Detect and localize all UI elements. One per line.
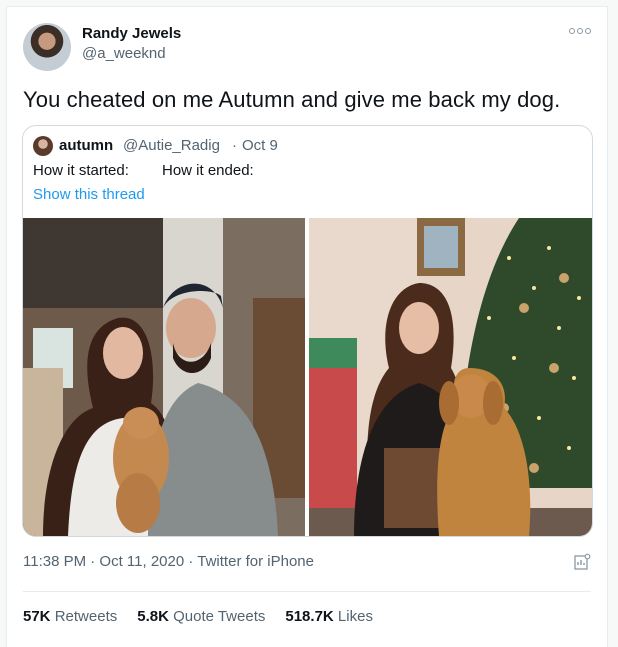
engagement-stats: 57K Retweets 5.8K Quote Tweets 518.7K Li… <box>23 608 373 625</box>
analytics-icon[interactable] <box>573 553 591 571</box>
retweets-count: 57K <box>23 608 51 625</box>
tweet-source[interactable]: Twitter for iPhone <box>197 553 314 570</box>
likes-stat[interactable]: 518.7K Likes <box>285 608 373 625</box>
tweet-card: Randy Jewels @a_weeknd You cheated on me… <box>6 6 608 647</box>
author-name[interactable]: Randy Jewels <box>82 25 181 42</box>
author-avatar[interactable] <box>23 23 71 71</box>
quote-tweets-stat[interactable]: 5.8K Quote Tweets <box>137 608 265 625</box>
tweet-text: You cheated on me Autumn and give me bac… <box>23 87 561 112</box>
author-handle[interactable]: @a_weeknd <box>82 45 166 62</box>
quoted-text-right: How it ended: <box>162 162 254 179</box>
quoted-text-left: How it started: <box>33 162 129 179</box>
quoted-author-name[interactable]: autumn <box>59 137 113 154</box>
retweets-label: Retweets <box>54 608 118 625</box>
likes-count: 518.7K <box>285 608 334 625</box>
quotes-label: Quote Tweets <box>173 608 266 625</box>
tweet-meta: 11:38 PM · Oct 11, 2020 · Twitter for iP… <box>23 553 314 570</box>
quoted-author-handle[interactable]: @Autie_Radig <box>123 137 220 154</box>
quoted-tweet[interactable]: autumn @Autie_Radig · Oct 9 How it start… <box>22 125 593 537</box>
likes-label: Likes <box>337 608 373 625</box>
photo-how-it-ended[interactable] <box>309 218 592 536</box>
more-options-icon[interactable] <box>569 25 591 37</box>
retweets-stat[interactable]: 57K Retweets <box>23 608 117 625</box>
quoted-photos <box>23 218 592 536</box>
tweet-timestamp[interactable]: 11:38 PM · Oct 11, 2020 · <box>23 553 197 570</box>
quoted-avatar[interactable] <box>33 136 53 156</box>
photo-how-it-started[interactable] <box>23 218 305 536</box>
show-thread-link[interactable]: Show this thread <box>33 186 145 203</box>
quoted-date[interactable]: Oct 9 <box>242 137 278 154</box>
quotes-count: 5.8K <box>137 608 169 625</box>
quoted-separator: · <box>232 137 237 154</box>
divider <box>23 591 591 592</box>
